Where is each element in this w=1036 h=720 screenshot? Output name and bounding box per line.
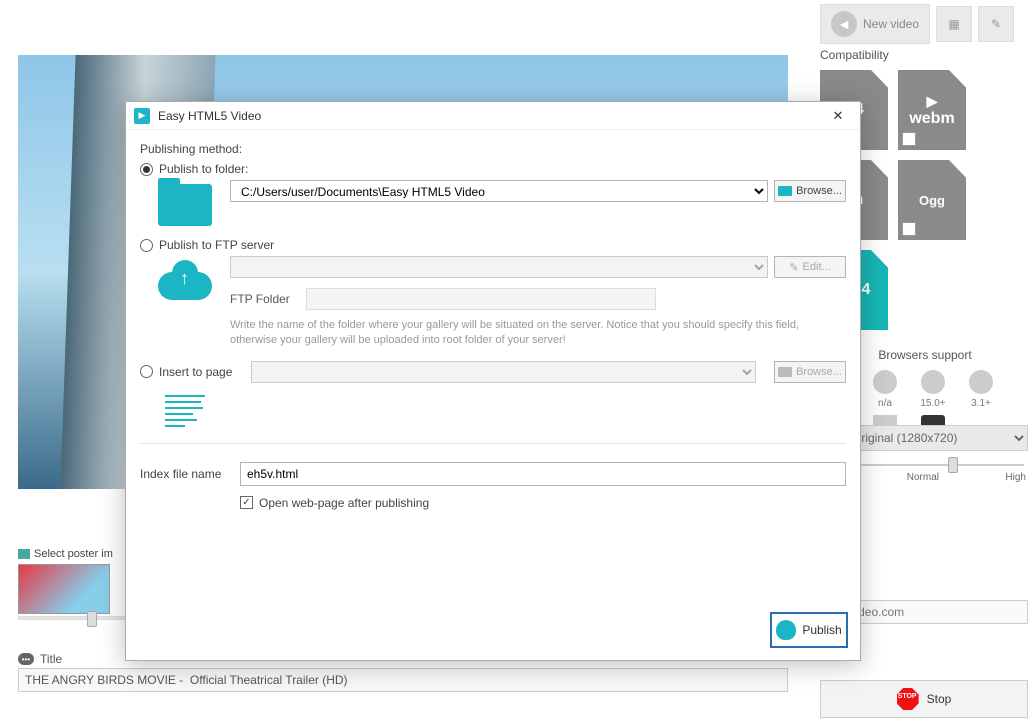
checkbox-icon[interactable] <box>902 132 916 146</box>
app-icon: ▶ <box>134 108 150 124</box>
browse-page-button: Browse... <box>774 361 846 383</box>
index-file-input[interactable] <box>240 462 846 486</box>
new-video-button[interactable]: ◄ New video <box>820 4 930 44</box>
radio-publish-folder[interactable]: Publish to folder: <box>140 162 846 176</box>
compatibility-label: Compatibility <box>820 48 1030 62</box>
dialog-title: Easy HTML5 Video <box>158 109 824 123</box>
safari-icon <box>969 370 993 394</box>
dots-icon: ••• <box>18 653 34 665</box>
poster-thumbnail[interactable] <box>18 564 110 614</box>
pub-method-heading: Publishing method: <box>140 142 846 156</box>
browser-ie: n/a <box>868 370 902 409</box>
film-icon: ▦ <box>948 17 959 31</box>
insert-page-label: Insert to page <box>159 365 245 379</box>
index-label: Index file name <box>140 467 240 481</box>
publish-dialog: ▶ Easy HTML5 Video ✕ Publishing method: … <box>125 101 861 661</box>
folder-icon <box>158 184 212 226</box>
wand-icon: ✎ <box>991 17 1001 31</box>
publish-button[interactable]: Publish <box>770 612 848 648</box>
radio-publish-ftp[interactable]: Publish to FTP server <box>140 238 846 252</box>
radio-icon <box>140 239 153 252</box>
edit-ftp-button: ✎Edit... <box>774 256 846 278</box>
ftp-folder-label: FTP Folder <box>230 292 290 306</box>
opera-icon <box>921 370 945 394</box>
wand-button[interactable]: ✎ <box>978 6 1014 42</box>
browser-safari: 3.1+ <box>964 370 998 409</box>
close-icon: ✕ <box>833 108 844 124</box>
title-label: Title <box>40 652 62 666</box>
arrow-left-icon: ◄ <box>831 11 857 37</box>
folder-path-select[interactable]: C:/Users/user/Documents\Easy HTML5 Video <box>230 180 768 202</box>
format-ogg[interactable]: Ogg <box>898 160 966 240</box>
browse-folder-button[interactable]: Browse... <box>774 180 846 202</box>
image-icon <box>18 549 30 559</box>
publish-ftp-label: Publish to FTP server <box>159 238 274 252</box>
slider-normal: Normal <box>907 472 939 483</box>
checkbox-icon: ✓ <box>240 496 253 509</box>
title-input[interactable] <box>18 668 788 692</box>
cloud-upload-icon: ↑ <box>158 260 212 300</box>
stop-label: Stop <box>927 692 952 706</box>
publish-icon <box>776 620 796 640</box>
stop-icon <box>897 688 919 710</box>
new-video-label: New video <box>863 17 919 31</box>
pencil-icon: ✎ <box>789 261 798 274</box>
slider-high: High <box>1005 472 1026 483</box>
poster-label: Select poster im <box>34 548 113 560</box>
insert-page-select <box>251 361 756 383</box>
radio-insert-page[interactable]: Insert to page Browse... <box>140 361 846 383</box>
ftp-folder-input <box>306 288 656 310</box>
folder-sm-icon <box>778 186 792 196</box>
ftp-hint: Write the name of the folder where your … <box>230 318 846 349</box>
radio-icon <box>140 365 153 378</box>
radio-icon <box>140 163 153 176</box>
open-after-label: Open web-page after publishing <box>259 496 429 510</box>
open-after-checkbox[interactable]: ✓ Open web-page after publishing <box>240 496 846 510</box>
page-lines-icon <box>163 393 207 429</box>
timeline-thumb[interactable] <box>87 611 97 627</box>
film-button[interactable]: ▦ <box>936 6 972 42</box>
folder-sm-icon <box>778 367 792 377</box>
close-button[interactable]: ✕ <box>824 106 852 126</box>
browser-opera: 15.0+ <box>916 370 950 409</box>
publish-folder-label: Publish to folder: <box>159 162 248 176</box>
format-webm[interactable]: ▶webm <box>898 70 966 150</box>
ftp-server-select <box>230 256 768 278</box>
publish-label: Publish <box>802 623 841 637</box>
stop-button[interactable]: Stop <box>820 680 1028 718</box>
checkbox-icon[interactable] <box>902 222 916 236</box>
slider-thumb[interactable] <box>948 457 958 473</box>
ie-icon <box>873 370 897 394</box>
resolution-dropdown[interactable]: Original (1280x720) <box>845 427 1027 449</box>
